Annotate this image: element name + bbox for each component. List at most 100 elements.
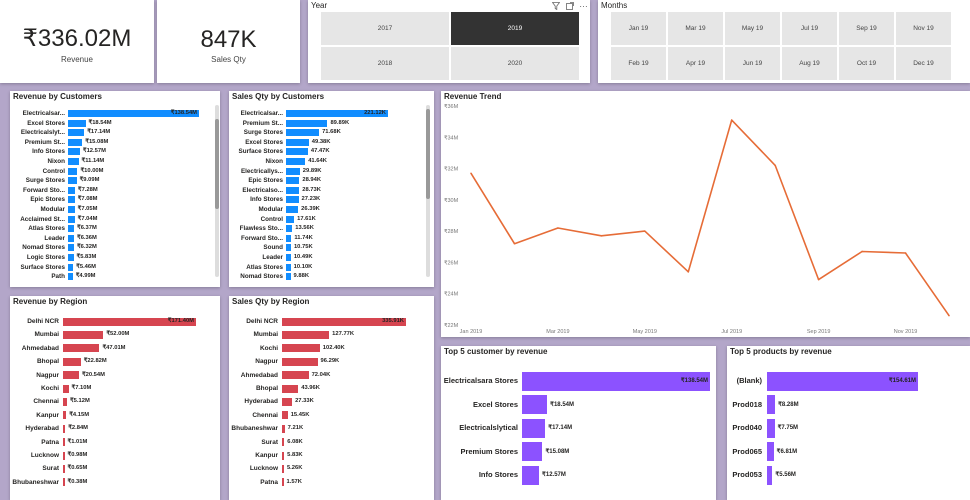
bar[interactable] — [63, 397, 67, 406]
bar[interactable] — [68, 254, 74, 261]
data-point[interactable] — [557, 227, 559, 229]
scrollbar-thumb[interactable] — [215, 119, 219, 209]
bar-row[interactable]: Flawless Sto... 13.56K — [229, 224, 434, 233]
bar[interactable] — [282, 464, 284, 473]
bar[interactable] — [63, 357, 81, 366]
bar-row[interactable]: Nomad Stores ₹6.32M — [10, 243, 220, 252]
bar-row[interactable]: Chennai 15.45K — [229, 410, 434, 421]
bar-row[interactable]: Hyderabad 27.33K — [229, 396, 434, 407]
month-option[interactable]: Jan 19 — [611, 12, 666, 45]
month-option[interactable]: Nov 19 — [896, 12, 951, 45]
bar-row[interactable]: Control ₹10.00M — [10, 167, 220, 176]
bar-row[interactable]: Premium St... 89.89K — [229, 119, 434, 128]
bar[interactable] — [63, 371, 79, 380]
bar[interactable] — [522, 442, 543, 461]
bar-row[interactable]: Lucknow ₹0.98M — [10, 450, 220, 461]
bar-row[interactable]: Ahmedabad 72.04K — [229, 370, 434, 381]
bar[interactable] — [68, 234, 74, 242]
bar-row[interactable]: Bhubaneshwar 7.21K — [229, 423, 434, 434]
bar[interactable] — [68, 273, 73, 281]
bar-row[interactable]: Epic Stores ₹7.08M — [10, 195, 220, 204]
bar[interactable] — [63, 464, 65, 473]
bar[interactable] — [286, 138, 309, 146]
bar-row[interactable]: Electricalslyt... ₹17.14M — [10, 128, 220, 137]
bar[interactable] — [68, 119, 86, 127]
bar-row[interactable]: Bhopal ₹22.82M — [10, 356, 220, 367]
bar-row[interactable]: Surface Stores 47.47K — [229, 147, 434, 156]
month-option[interactable]: Sep 19 — [839, 12, 894, 45]
bar-row[interactable]: Bhubaneshwar ₹0.38M — [10, 477, 220, 488]
bar[interactable] — [282, 478, 284, 487]
data-point[interactable] — [513, 242, 516, 245]
scrollbar[interactable] — [426, 105, 430, 277]
bar-row[interactable]: Lucknow 5.26K — [229, 463, 434, 474]
bar-row[interactable]: Hyderabad ₹2.84M — [10, 423, 220, 434]
bar-row[interactable]: Electricalslytical ₹17.14M — [441, 418, 716, 438]
bar-row[interactable]: Prod053 ₹5.56M — [727, 465, 970, 485]
bar-row[interactable]: Nomad Stores 9.88K — [229, 272, 434, 281]
data-point[interactable] — [730, 119, 733, 121]
bar-row[interactable]: Patna ₹1.01M — [10, 437, 220, 448]
year-option-2020[interactable]: 2020 — [451, 47, 579, 80]
bar-row[interactable]: Delhi NCR 335.91K — [229, 316, 434, 327]
bar-row[interactable]: Modular ₹7.05M — [10, 205, 220, 214]
bar-row[interactable]: Atlas Stores ₹6.37M — [10, 224, 220, 233]
bar[interactable] — [286, 215, 295, 223]
bar-row[interactable]: Mumbai 127.77K — [229, 329, 434, 340]
bar[interactable] — [68, 263, 74, 271]
bar-row[interactable]: Acclaimed St... ₹7.04M — [10, 215, 220, 224]
bar-row[interactable]: Prod018 ₹8.28M — [727, 395, 970, 415]
bar-row[interactable]: Surat ₹0.65M — [10, 463, 220, 474]
bar[interactable] — [282, 411, 288, 420]
bar[interactable] — [68, 225, 75, 233]
data-point[interactable] — [644, 230, 646, 232]
bar[interactable] — [68, 206, 75, 213]
bar-row[interactable]: Excel Stores ₹18.54M — [10, 119, 220, 128]
bar-row[interactable]: Sound 10.75K — [229, 243, 434, 252]
bar[interactable] — [286, 273, 291, 281]
bar[interactable] — [68, 148, 80, 156]
bar-row[interactable]: Surface Stores ₹5.46M — [10, 263, 220, 272]
bar[interactable] — [68, 167, 78, 175]
data-point[interactable] — [861, 250, 863, 253]
bar[interactable] — [68, 158, 79, 165]
bar[interactable] — [286, 244, 291, 252]
bar[interactable] — [522, 418, 546, 438]
bar[interactable] — [282, 384, 299, 393]
year-option-2017[interactable]: 2017 — [321, 12, 449, 45]
bar-row[interactable]: Leader ₹6.36M — [10, 234, 220, 243]
scrollbar-thumb[interactable] — [426, 109, 430, 199]
bar[interactable] — [767, 442, 774, 461]
bar[interactable] — [522, 395, 548, 414]
month-option[interactable]: Feb 19 — [611, 47, 666, 80]
bar-row[interactable]: Info Stores ₹12.57M — [10, 147, 220, 156]
month-option[interactable]: Apr 19 — [668, 47, 723, 80]
month-option[interactable]: Jul 19 — [782, 12, 837, 45]
month-option[interactable]: Aug 19 — [782, 47, 837, 80]
bar[interactable] — [767, 418, 775, 438]
data-point[interactable] — [774, 164, 776, 167]
bar-row[interactable]: Info Stores 27.23K — [229, 195, 434, 204]
bar-row[interactable]: Kochi 102.40K — [229, 343, 434, 354]
month-option[interactable]: May 19 — [725, 12, 780, 45]
bar[interactable] — [68, 196, 75, 204]
bar[interactable] — [286, 254, 291, 261]
data-point[interactable] — [470, 172, 472, 175]
bar-row[interactable]: Forward Sto... ₹7.28M — [10, 186, 220, 195]
bar[interactable] — [68, 244, 74, 252]
bar-row[interactable]: Premium St... ₹15.08M — [10, 138, 220, 147]
bar-row[interactable]: Control 17.61K — [229, 215, 434, 224]
bar-row[interactable]: Logic Stores ₹5.83M — [10, 253, 220, 262]
bar[interactable] — [282, 424, 285, 433]
bar-row[interactable]: Chennai ₹5.12M — [10, 396, 220, 407]
bar-row[interactable]: Delhi NCR ₹171.40M — [10, 316, 220, 327]
bar[interactable] — [767, 465, 773, 485]
bar[interactable] — [282, 451, 285, 460]
focus-mode-icon[interactable] — [566, 2, 574, 12]
bar[interactable] — [63, 451, 65, 460]
bar-row[interactable]: Mumbai ₹52.00M — [10, 329, 220, 340]
bar[interactable] — [286, 234, 292, 242]
bar[interactable] — [68, 138, 83, 146]
data-point[interactable] — [687, 271, 690, 273]
bar[interactable] — [286, 186, 300, 194]
